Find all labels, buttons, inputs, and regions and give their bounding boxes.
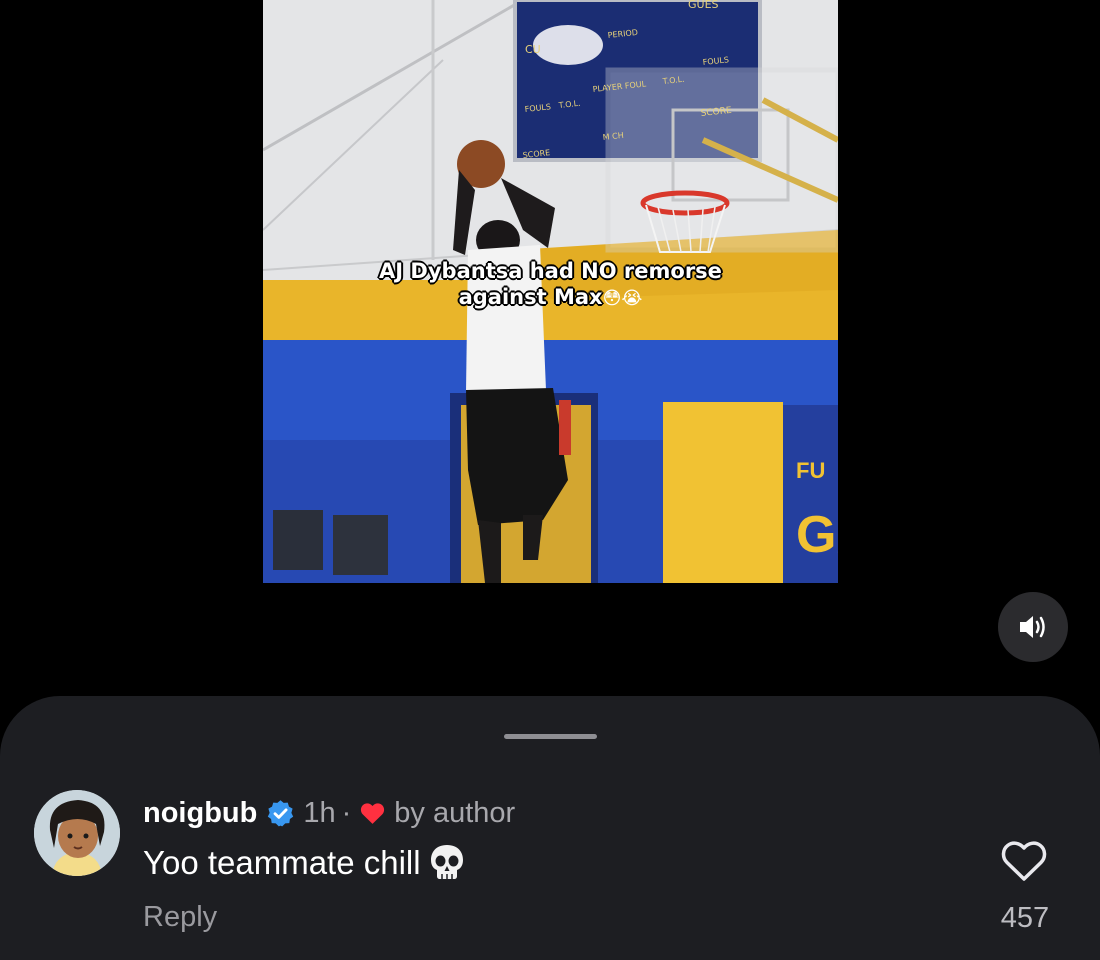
comment-body: Yoo teammate chill — [143, 843, 465, 883]
svg-text:GA: GA — [796, 506, 838, 564]
like-count: 457 — [1000, 902, 1050, 934]
comment-timestamp: 1h — [303, 796, 336, 829]
skull-emoji-icon — [430, 845, 463, 879]
comment-username[interactable]: noigbub — [143, 797, 257, 830]
comments-sheet: noigbub 1h · by author Yoo teammate chil… — [0, 696, 1100, 960]
avatar-cartoon-icon — [34, 790, 120, 876]
caption-line-1: AJ Dybantsa had NO remorse — [379, 259, 722, 283]
verified-badge-icon — [268, 799, 294, 826]
svg-text:CU: CU — [525, 43, 541, 56]
svg-text:FU: FU — [796, 458, 825, 483]
caption-emojis: 😳😭 — [602, 288, 643, 309]
svg-text:GUES: GUES — [688, 0, 719, 11]
avatar[interactable] — [34, 790, 120, 876]
sound-toggle-button[interactable] — [998, 592, 1068, 662]
video-caption: AJ Dybantsa had NO remorse against Max😳😭 — [263, 258, 838, 312]
liked-by-author-label: by author — [394, 796, 516, 829]
reply-button[interactable]: Reply — [143, 901, 217, 934]
like-heart-icon[interactable] — [1000, 839, 1048, 883]
comment-meta: noigbub 1h · by author — [143, 795, 515, 831]
author-liked-heart-icon — [361, 803, 385, 824]
caption-line-2: against Max😳😭 — [458, 285, 643, 309]
meta-separator: · — [341, 796, 352, 829]
sheet-grabber[interactable] — [504, 734, 597, 739]
comment-text: Yoo teammate chill — [143, 844, 421, 881]
speaker-on-icon — [1020, 616, 1045, 638]
video-player[interactable]: CU PERIOD GUES FOULS T.O.L. PLAYER FOUL … — [263, 0, 838, 583]
